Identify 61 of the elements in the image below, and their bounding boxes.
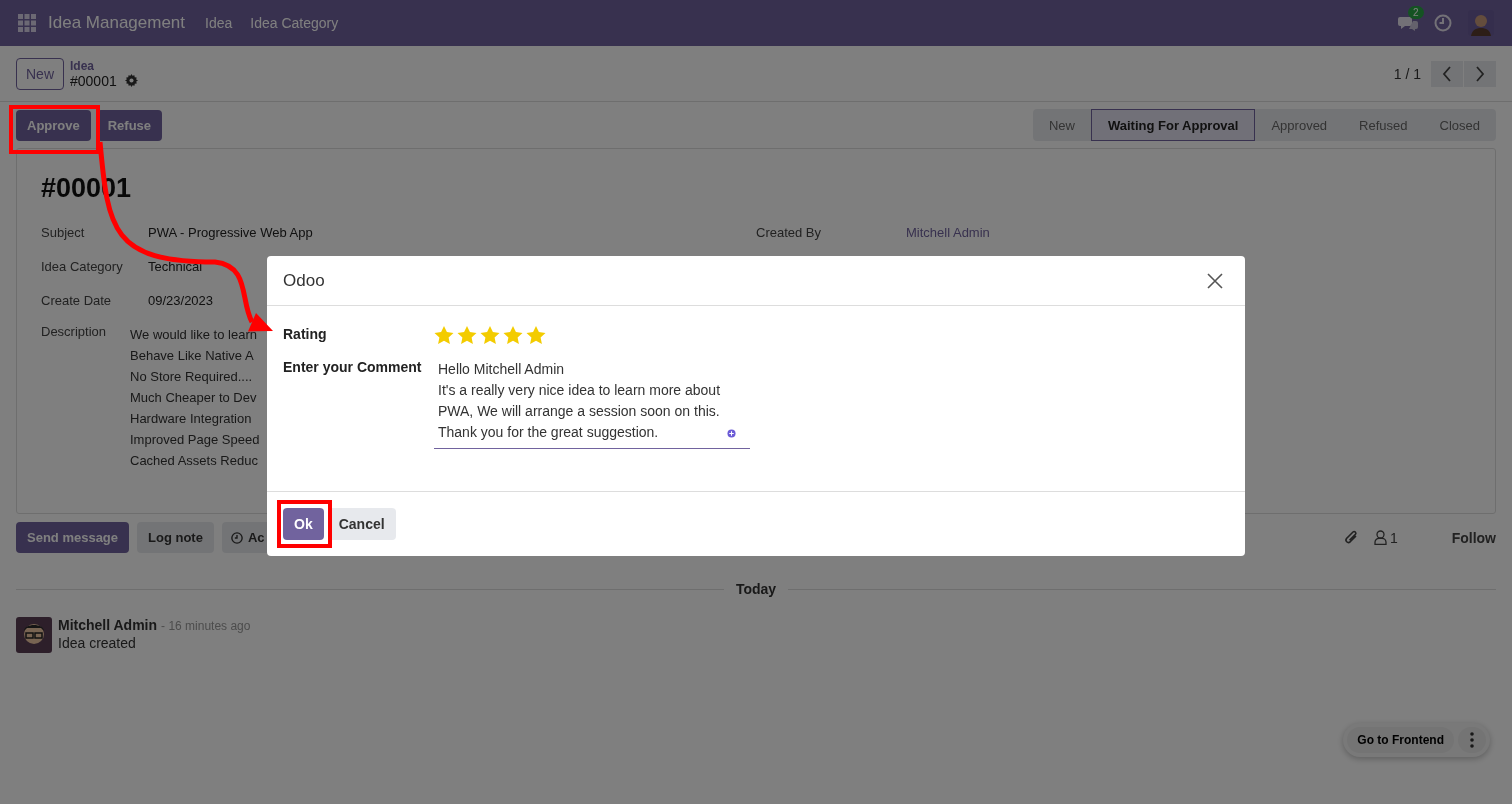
star-icon[interactable] xyxy=(457,326,477,345)
user-avatar-icon xyxy=(16,617,52,653)
new-button[interactable]: New xyxy=(16,57,64,90)
message-author: Mitchell Admin xyxy=(58,617,158,633)
field-label: Idea Category xyxy=(41,259,124,274)
description-line: Cached Assets Reduc xyxy=(130,452,259,470)
status-stage[interactable]: New xyxy=(1032,109,1091,141)
chat-bubbles-icon[interactable] xyxy=(1398,14,1418,32)
status-stage[interactable]: Closed xyxy=(1423,109,1496,141)
dialog-title: Odoo xyxy=(283,270,325,291)
field-label: Description xyxy=(41,324,108,341)
chatter-button[interactable]: Send message xyxy=(16,522,130,553)
person-icon xyxy=(1373,530,1387,545)
status-stage[interactable]: Approved xyxy=(1255,109,1344,141)
description-line: Hardware Integration xyxy=(130,410,253,428)
status-stage[interactable]: Refused xyxy=(1343,109,1424,141)
field-label: Subject xyxy=(41,225,86,240)
star-icon[interactable] xyxy=(434,326,454,345)
message-text: Idea created xyxy=(58,635,137,651)
field-label: Create Date xyxy=(41,293,113,308)
apps-grid-icon[interactable] xyxy=(18,14,36,32)
field-value: Technical xyxy=(148,259,203,274)
star-icon[interactable] xyxy=(480,326,500,345)
clock-icon[interactable] xyxy=(1434,14,1452,32)
follow-button[interactable]: Follow xyxy=(1451,529,1496,546)
chevron-right-icon xyxy=(1475,65,1485,82)
field-label: Enter your Comment xyxy=(283,359,423,377)
notification-badge: 2 xyxy=(1408,6,1424,19)
plus-circle-icon[interactable] xyxy=(727,429,736,438)
field-value: PWA - Progressive Web App xyxy=(148,225,313,240)
description-line: Much Cheaper to Dev xyxy=(130,389,258,407)
user-link[interactable]: Mitchell Admin xyxy=(906,225,990,240)
kebab-menu-icon xyxy=(1470,732,1474,748)
field-label: Created By xyxy=(756,225,823,240)
status-stage[interactable]: Waiting For Approval xyxy=(1090,109,1256,141)
previous-button[interactable] xyxy=(1431,60,1463,87)
dialog-button[interactable]: Ok xyxy=(283,508,324,540)
chatter-button[interactable]: Log note xyxy=(137,522,214,553)
star-icon[interactable] xyxy=(503,326,523,345)
breadcrumb-link[interactable]: Idea xyxy=(70,58,138,73)
menu-item[interactable]: Idea Category xyxy=(250,15,339,31)
go-to-frontend-button[interactable]: Go to Frontend xyxy=(1347,727,1454,753)
highlight-frame xyxy=(277,500,332,548)
app-title[interactable]: Idea Management xyxy=(48,13,186,33)
more-options-button[interactable] xyxy=(1458,727,1486,753)
clock-icon xyxy=(230,531,243,544)
field-value: 09/23/2023 xyxy=(148,293,214,308)
description-line: Behave Like Native A xyxy=(130,347,255,365)
chevron-left-icon xyxy=(1442,65,1452,82)
pager-counter: 1 / 1 xyxy=(1393,65,1421,82)
followers-button[interactable]: 1 xyxy=(1373,529,1398,546)
action-button[interactable]: Approve xyxy=(16,109,91,141)
description-line: We would like to learn xyxy=(130,326,258,344)
menu-item[interactable]: Idea xyxy=(205,15,233,31)
description-line: Improved Page Speed xyxy=(130,431,260,449)
field-label: Rating xyxy=(283,326,328,344)
settings-icon[interactable] xyxy=(124,74,138,87)
star-icon[interactable] xyxy=(526,326,546,345)
record-name: #00001 xyxy=(70,72,117,89)
description-line: No Store Required.... xyxy=(130,368,254,386)
next-button[interactable] xyxy=(1464,60,1496,87)
